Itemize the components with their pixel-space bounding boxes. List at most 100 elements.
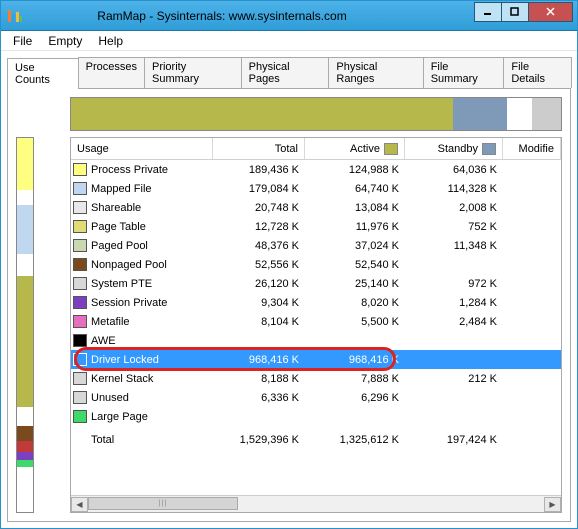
table-body: Process Private189,436 K124,988 K64,036 … [71,160,561,495]
cell-active: 1,325,612 K [305,434,405,446]
cell-standby: 752 K [405,221,503,233]
col-modified[interactable]: Modifie [503,138,561,159]
memory-overview-bar [70,97,562,131]
cell-total: 9,304 K [213,297,305,309]
cell-standby: 212 K [405,373,503,385]
col-total[interactable]: Total [213,138,305,159]
client-area: Use Counts Processes Priority Summary Ph… [1,51,577,528]
tab-priority-summary[interactable]: Priority Summary [144,57,242,88]
memory-map-strip [16,137,34,513]
cell-total: 8,104 K [213,316,305,328]
cell-total: 52,556 K [213,259,305,271]
cell-total: 8,188 K [213,373,305,385]
row-color-swatch [73,163,87,176]
table-row[interactable]: Session Private9,304 K8,020 K1,284 K [71,293,561,312]
table-row[interactable]: Mapped File179,084 K64,740 K114,328 K [71,179,561,198]
tab-panel-use-counts: Usage Total Active Standby Modifie Proce… [7,88,571,522]
cell-standby: 1,284 K [405,297,503,309]
row-label: Nonpaged Pool [91,259,167,271]
table-row[interactable]: Large Page [71,407,561,426]
row-color-swatch [73,410,87,423]
cell-total: 6,336 K [213,392,305,404]
row-color-swatch [73,296,87,309]
row-label: Kernel Stack [91,373,153,385]
row-label: Large Page [91,411,148,423]
row-label: Mapped File [91,183,152,195]
row-color-swatch [73,277,87,290]
strip-segment [17,467,33,512]
table-row[interactable]: Process Private189,436 K124,988 K64,036 … [71,160,561,179]
cell-total: 189,436 K [213,164,305,176]
menu-empty[interactable]: Empty [40,32,90,50]
cell-active: 25,140 K [305,278,405,290]
col-usage[interactable]: Usage [71,138,213,159]
row-label: Session Private [91,297,167,309]
table-row[interactable]: Paged Pool48,376 K37,024 K11,348 K [71,236,561,255]
cell-active: 5,500 K [305,316,405,328]
cell-total: 179,084 K [213,183,305,195]
row-label: System PTE [91,278,152,290]
table-header: Usage Total Active Standby Modifie [71,138,561,160]
maximize-button[interactable] [501,2,529,22]
close-button[interactable] [528,2,573,22]
strip-segment [17,452,33,459]
table-row[interactable]: System PTE26,120 K25,140 K972 K [71,274,561,293]
total-row: Total 1,529,396 K1,325,612 K197,424 K [71,430,561,449]
scroll-thumb[interactable]: ||| [88,497,238,510]
table-row[interactable]: Kernel Stack8,188 K7,888 K212 K [71,369,561,388]
horizontal-scrollbar[interactable]: ◀ ||| ▶ [71,495,561,512]
strip-segment [17,276,33,407]
cell-standby: 114,328 K [405,183,503,195]
strip-segment [17,441,33,452]
cell-standby: 64,036 K [405,164,503,176]
app-icon [7,8,23,24]
row-label: Paged Pool [91,240,148,252]
strip-segment [17,407,33,426]
tab-file-summary[interactable]: File Summary [423,57,505,88]
row-color-swatch [73,220,87,233]
scroll-track[interactable]: ||| [88,497,544,512]
table-row[interactable]: Unused6,336 K6,296 K [71,388,561,407]
row-color-swatch [73,334,87,347]
row-color-swatch [73,239,87,252]
tabstrip: Use Counts Processes Priority Summary Ph… [7,57,571,88]
row-label: Total [91,434,114,446]
active-color-swatch [384,143,398,155]
strip-segment [17,460,33,467]
scroll-left-arrow[interactable]: ◀ [71,497,88,512]
tab-processes[interactable]: Processes [78,57,145,88]
table-row[interactable]: Driver Locked968,416 K968,416 K [71,350,561,369]
col-standby[interactable]: Standby [405,138,503,159]
row-label: Unused [91,392,129,404]
table-row[interactable]: Page Table12,728 K11,976 K752 K [71,217,561,236]
overview-segment [71,98,453,130]
overview-segment [507,98,532,130]
overview-segment [532,98,561,130]
scroll-right-arrow[interactable]: ▶ [544,497,561,512]
standby-color-swatch [482,143,496,155]
minimize-button[interactable] [474,2,502,22]
tab-physical-pages[interactable]: Physical Pages [241,57,330,88]
row-label: Shareable [91,202,141,214]
cell-active: 124,988 K [305,164,405,176]
tab-physical-ranges[interactable]: Physical Ranges [328,57,423,88]
table-row[interactable]: AWE [71,331,561,350]
titlebar: RamMap - Sysinternals: www.sysinternals.… [1,1,577,31]
cell-total: 26,120 K [213,278,305,290]
menu-help[interactable]: Help [90,32,131,50]
table-row[interactable]: Metafile8,104 K5,500 K2,484 K [71,312,561,331]
cell-total: 1,529,396 K [213,434,305,446]
table-row[interactable]: Shareable20,748 K13,084 K2,008 K [71,198,561,217]
cell-active: 11,976 K [305,221,405,233]
row-label: Driver Locked [91,354,159,366]
table-row[interactable]: Nonpaged Pool52,556 K52,540 K [71,255,561,274]
cell-standby: 197,424 K [405,434,503,446]
cell-total: 968,416 K [213,354,305,366]
row-label: AWE [91,335,116,347]
tab-use-counts[interactable]: Use Counts [7,58,79,89]
overview-segment [453,98,507,130]
col-active[interactable]: Active [305,138,405,159]
row-color-swatch [73,353,87,366]
menu-file[interactable]: File [5,32,40,50]
tab-file-details[interactable]: File Details [503,57,572,88]
